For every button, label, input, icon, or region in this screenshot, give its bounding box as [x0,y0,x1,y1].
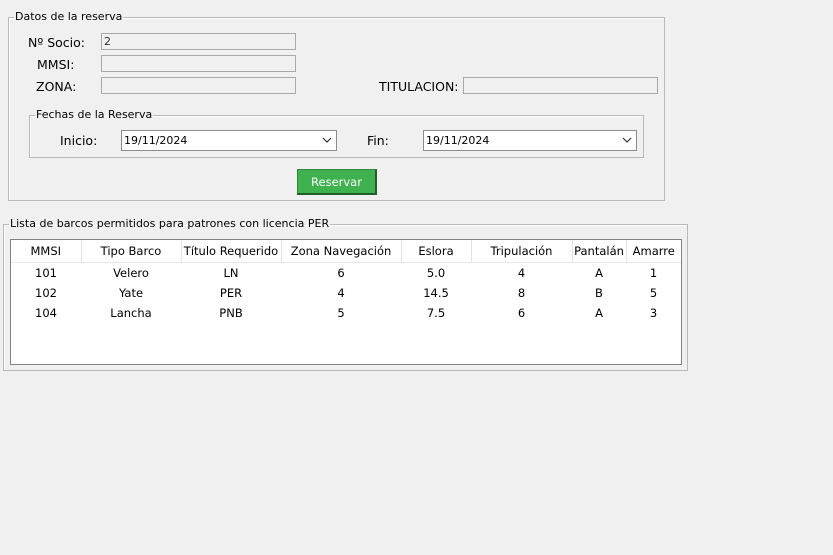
table-cell: PNB [219,306,243,320]
table-cell: 7.5 [426,306,446,320]
table-cell: B [595,286,603,300]
table-cell: LN [223,266,239,280]
inicio-date-value: 19/11/2024 [124,134,188,147]
boats-table-container[interactable]: MMSI Tipo Barco Título Requerido Zona Na… [10,239,682,365]
table-cell: 3 [649,306,658,320]
inicio-date-picker[interactable]: 19/11/2024 [121,130,337,151]
table-cell: 104 [35,306,57,320]
fin-label: Fin: [367,133,389,148]
titulacion-label: TITULACION: [379,79,459,94]
table-cell: 5.0 [426,266,446,280]
chevron-down-icon[interactable] [622,136,632,144]
table-header-row: MMSI Tipo Barco Título Requerido Zona Na… [11,240,681,263]
mmsi-label: MMSI: [37,57,75,72]
table-cell: 101 [35,266,57,280]
dates-group-legend: Fechas de la Reserva [36,108,153,121]
table-cell: 5 [337,306,345,320]
table-row[interactable]: 104 Lancha PNB 5 7.5 6 A 3 [11,303,681,323]
table-cell: A [595,306,603,320]
table-cell: 6 [337,266,345,280]
reservation-group-legend: Datos de la reserva [15,10,123,23]
table-row[interactable]: 102 Yate PER 4 14.5 8 B 5 [11,283,681,303]
socio-label: Nº Socio: [28,35,86,50]
column-header[interactable]: Título Requerido [181,240,282,263]
socio-field[interactable]: 2 [101,33,296,50]
mmsi-field[interactable] [101,55,296,72]
table-cell: 102 [35,286,57,300]
table-cell: 6 [517,306,526,320]
reserve-button[interactable]: Reservar [297,169,377,195]
column-header[interactable]: Eslora [401,240,472,263]
fin-date-value: 19/11/2024 [426,134,490,147]
column-header[interactable]: Tipo Barco [81,240,182,263]
table-cell: 8 [517,286,526,300]
table-cell: Yate [118,286,144,300]
column-header[interactable]: Pantalán [572,240,627,263]
column-header[interactable]: Amarre [626,240,681,263]
table-cell: Lancha [110,306,152,320]
table-cell: PER [219,286,243,300]
zona-label: ZONA: [36,79,77,94]
column-header[interactable]: Zona Navegación [281,240,402,263]
boats-table: MMSI Tipo Barco Título Requerido Zona Na… [11,240,681,323]
fin-date-picker[interactable]: 19/11/2024 [423,130,637,151]
table-cell: 4 [517,266,526,280]
table-cell: 4 [337,286,345,300]
chevron-down-icon[interactable] [322,136,332,144]
boats-group-legend: Lista de barcos permitidos para patrones… [10,217,330,230]
table-cell: 5 [649,286,658,300]
column-header[interactable]: MMSI [11,240,82,263]
inicio-label: Inicio: [60,133,98,148]
table-row[interactable]: 101 Velero LN 6 5.0 4 A 1 [11,263,681,284]
table-cell: 1 [649,266,658,280]
table-cell: 14.5 [423,286,449,300]
zona-field[interactable] [101,77,296,94]
table-cell: A [595,266,603,280]
table-cell: Velero [113,266,149,280]
titulacion-field[interactable] [463,77,658,94]
column-header[interactable]: Tripulación [471,240,573,263]
